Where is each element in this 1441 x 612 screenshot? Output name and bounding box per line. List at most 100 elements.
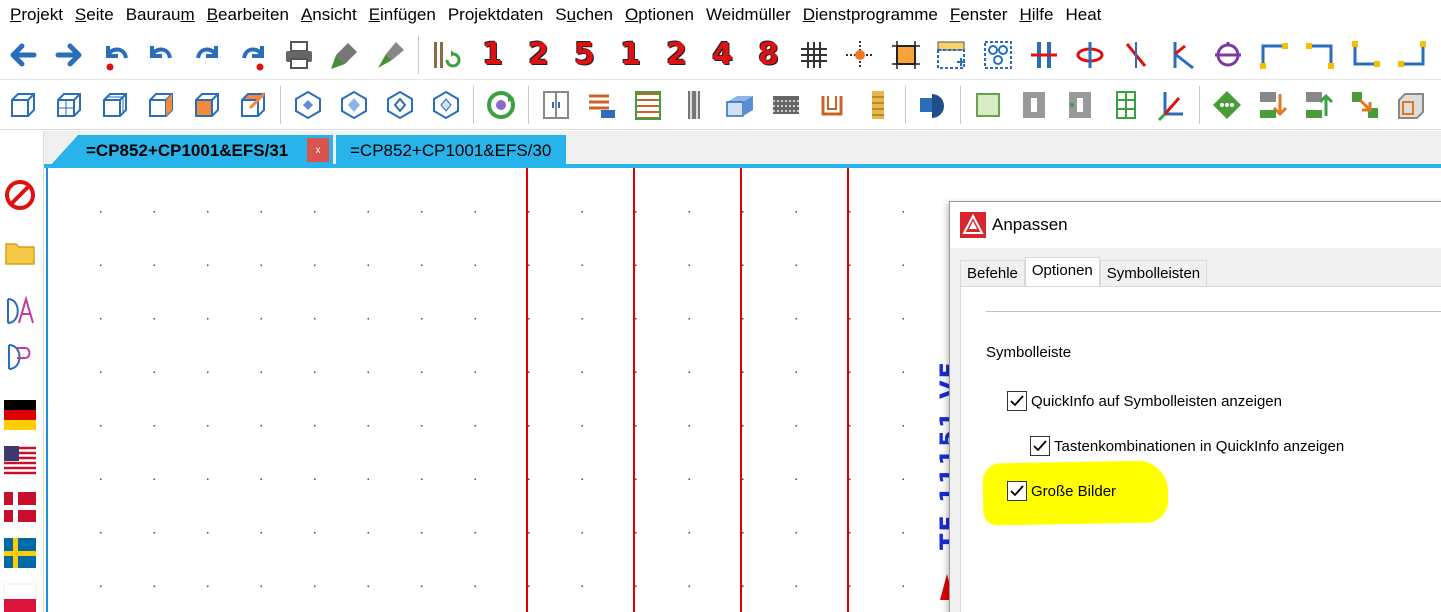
grid-step-5-button[interactable]: 5 [561,32,607,78]
language-text-button[interactable] [2,293,38,329]
group-button[interactable] [975,32,1021,78]
move-up-button[interactable] [1296,82,1342,128]
corner-top-left-button[interactable] [1251,32,1297,78]
menu-suchen[interactable]: Suchen [549,0,619,30]
redo-button[interactable] [184,32,230,78]
snap-grid-button[interactable] [837,32,883,78]
bracket-button[interactable] [809,82,855,128]
shortcuts-checkbox[interactable] [1030,436,1050,456]
undo-button[interactable] [138,32,184,78]
place-device-button[interactable] [910,82,956,128]
menu-heat[interactable]: Heat [1059,0,1107,30]
menu-optionen[interactable]: Optionen [619,0,700,30]
menu-weidm-ller[interactable]: Weidmüller [700,0,797,30]
cube-view-1-button[interactable] [0,82,46,128]
corner-bottom-right-button[interactable] [1389,32,1435,78]
cube-view-6-button[interactable] [230,82,276,128]
menu-hilfe[interactable]: Hilfe [1013,0,1059,30]
cable-duct-button[interactable] [763,82,809,128]
dialog-titlebar[interactable]: Anpassen [950,202,1441,248]
move-down-button[interactable] [1250,82,1296,128]
menu-projekt[interactable]: Projekt [4,0,69,30]
grid-step-1-button[interactable]: 1 [469,32,515,78]
grid-step-2-button[interactable]: 2 [515,32,561,78]
grid-toggle-button[interactable] [791,32,837,78]
parts-list-button[interactable] [625,82,671,128]
menu-bauraum[interactable]: Bauraum [120,0,201,30]
rotate-view-2-button[interactable] [331,82,377,128]
housing-button[interactable] [1388,82,1434,128]
language-page-button[interactable] [2,339,38,375]
menu-projektdaten[interactable]: Projektdaten [442,0,549,30]
format-brush-button[interactable] [322,32,368,78]
option-quickinfo[interactable]: QuickInfo auf Symbolleisten anzeigen [1007,391,1282,411]
rail-vertical-button[interactable] [671,82,717,128]
axes-button[interactable] [1149,82,1195,128]
diamond-component-button[interactable] [1204,82,1250,128]
grid-b-button[interactable]: 2 [653,32,699,78]
cabinet-button[interactable] [533,82,579,128]
quickinfo-checkbox[interactable] [1007,391,1027,411]
undo-list-button[interactable] [92,32,138,78]
cube-view-4-button[interactable] [138,82,184,128]
option-large-icons[interactable]: Große Bilder [1007,481,1116,501]
large-icons-checkbox[interactable] [1007,481,1027,501]
tab-symbolleisten[interactable]: Symbolleisten [1099,260,1208,286]
refresh-connections-button[interactable] [423,32,469,78]
tab-page-30[interactable]: =CP852+CP1001&EFS/30 [336,135,566,166]
stop-button[interactable] [2,177,38,213]
flag-german-button[interactable] [2,397,38,433]
object-snap-button[interactable] [883,32,929,78]
mounting-point-button[interactable] [1011,82,1057,128]
flag-polish-button[interactable] [2,581,38,612]
grid-layout-button[interactable] [1103,82,1149,128]
potential-button[interactable] [1205,32,1251,78]
flag-danish-button[interactable] [2,489,38,525]
rectangle-button[interactable] [965,82,1011,128]
rotate-view-3-button[interactable] [377,82,423,128]
grid-d-button[interactable]: 8 [745,32,791,78]
cube-view-2-button[interactable] [46,82,92,128]
tab-optionen[interactable]: Optionen [1024,257,1100,287]
menu-einf-gen[interactable]: Einfügen [363,0,442,30]
rotate-view-4-button[interactable] [423,82,469,128]
menu-dienstprogramme[interactable]: Dienstprogramme [797,0,944,30]
flag-swedish-button[interactable] [2,535,38,571]
redo-list-button[interactable] [230,32,276,78]
menu-ansicht[interactable]: Ansicht [295,0,363,30]
menu-seite[interactable]: Seite [69,0,120,30]
mounting-rail-list-button[interactable] [579,82,625,128]
drilling-button[interactable] [1057,82,1103,128]
tab-befehle[interactable]: Befehle [960,260,1025,286]
corner-top-right-button[interactable] [1297,32,1343,78]
open-folder-button[interactable] [2,235,38,271]
print-button[interactable] [276,32,322,78]
arrange-button[interactable] [1342,82,1388,128]
input-box-button[interactable] [929,32,975,78]
tab-page-31[interactable]: =CP852+CP1001&EFS/31 x [50,135,333,166]
flag-us-button[interactable] [2,443,38,479]
cube-view-5-button[interactable] [184,82,230,128]
cube-view-3-button[interactable] [92,82,138,128]
group-icon [984,40,1012,69]
menu-bearbeiten[interactable]: Bearbeiten [201,0,295,30]
terminal-strip-button[interactable] [1021,32,1067,78]
angle-connection-button[interactable] [1159,32,1205,78]
list-cart-icon [589,94,615,118]
din-rail-button[interactable] [855,82,901,128]
brush-button[interactable] [368,32,414,78]
grid-c-button[interactable]: 4 [699,32,745,78]
connection-break-button[interactable] [1067,32,1113,78]
rotate-view-1-button[interactable] [285,82,331,128]
forward-arrow-button[interactable] [46,32,92,78]
back-arrow-button[interactable] [0,32,46,78]
refresh-view-button[interactable] [478,82,524,128]
grid-a-button[interactable]: 1 [607,32,653,78]
corner-icon [1260,42,1288,69]
box-3d-button[interactable] [717,82,763,128]
menu-fenster[interactable]: Fenster [944,0,1014,30]
tab-close-button[interactable]: x [307,138,329,162]
option-shortcuts[interactable]: Tastenkombinationen in QuickInfo anzeige… [1030,436,1344,456]
diagonal-connection-button[interactable] [1113,32,1159,78]
corner-bottom-left-button[interactable] [1343,32,1389,78]
